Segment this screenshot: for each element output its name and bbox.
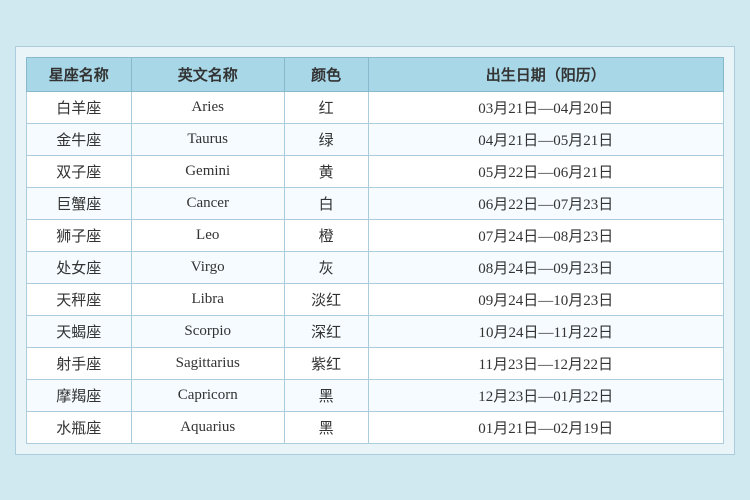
table-row: 摩羯座Capricorn黑12月23日—01月22日 bbox=[27, 379, 724, 411]
cell-date: 07月24日—08月23日 bbox=[368, 219, 724, 251]
cell-color: 黑 bbox=[284, 379, 368, 411]
cell-english: Scorpio bbox=[131, 315, 284, 347]
cell-date: 04月21日—05月21日 bbox=[368, 123, 724, 155]
cell-chinese: 巨蟹座 bbox=[27, 187, 132, 219]
cell-color: 灰 bbox=[284, 251, 368, 283]
cell-date: 08月24日—09月23日 bbox=[368, 251, 724, 283]
cell-chinese: 处女座 bbox=[27, 251, 132, 283]
cell-chinese: 双子座 bbox=[27, 155, 132, 187]
cell-english: Sagittarius bbox=[131, 347, 284, 379]
cell-english: Gemini bbox=[131, 155, 284, 187]
table-header-row: 星座名称 英文名称 颜色 出生日期（阳历） bbox=[27, 57, 724, 91]
cell-english: Libra bbox=[131, 283, 284, 315]
cell-chinese: 狮子座 bbox=[27, 219, 132, 251]
cell-color: 白 bbox=[284, 187, 368, 219]
cell-chinese: 水瓶座 bbox=[27, 411, 132, 443]
cell-chinese: 射手座 bbox=[27, 347, 132, 379]
table-row: 处女座Virgo灰08月24日—09月23日 bbox=[27, 251, 724, 283]
cell-chinese: 摩羯座 bbox=[27, 379, 132, 411]
header-chinese: 星座名称 bbox=[27, 57, 132, 91]
cell-date: 05月22日—06月21日 bbox=[368, 155, 724, 187]
table-row: 天秤座Libra淡红09月24日—10月23日 bbox=[27, 283, 724, 315]
cell-color: 淡红 bbox=[284, 283, 368, 315]
cell-color: 紫红 bbox=[284, 347, 368, 379]
cell-color: 深红 bbox=[284, 315, 368, 347]
cell-color: 红 bbox=[284, 91, 368, 123]
header-date: 出生日期（阳历） bbox=[368, 57, 724, 91]
header-color: 颜色 bbox=[284, 57, 368, 91]
table-row: 巨蟹座Cancer白06月22日—07月23日 bbox=[27, 187, 724, 219]
cell-english: Capricorn bbox=[131, 379, 284, 411]
cell-chinese: 天蝎座 bbox=[27, 315, 132, 347]
table-row: 狮子座Leo橙07月24日—08月23日 bbox=[27, 219, 724, 251]
cell-english: Virgo bbox=[131, 251, 284, 283]
header-english: 英文名称 bbox=[131, 57, 284, 91]
table-row: 金牛座Taurus绿04月21日—05月21日 bbox=[27, 123, 724, 155]
cell-color: 橙 bbox=[284, 219, 368, 251]
cell-english: Aries bbox=[131, 91, 284, 123]
cell-date: 09月24日—10月23日 bbox=[368, 283, 724, 315]
cell-chinese: 白羊座 bbox=[27, 91, 132, 123]
cell-date: 03月21日—04月20日 bbox=[368, 91, 724, 123]
cell-date: 12月23日—01月22日 bbox=[368, 379, 724, 411]
table-row: 双子座Gemini黄05月22日—06月21日 bbox=[27, 155, 724, 187]
zodiac-table: 星座名称 英文名称 颜色 出生日期（阳历） 白羊座Aries红03月21日—04… bbox=[26, 57, 724, 444]
cell-color: 绿 bbox=[284, 123, 368, 155]
table-row: 水瓶座Aquarius黑01月21日—02月19日 bbox=[27, 411, 724, 443]
table-row: 射手座Sagittarius紫红11月23日—12月22日 bbox=[27, 347, 724, 379]
cell-date: 01月21日—02月19日 bbox=[368, 411, 724, 443]
cell-date: 11月23日—12月22日 bbox=[368, 347, 724, 379]
table-row: 白羊座Aries红03月21日—04月20日 bbox=[27, 91, 724, 123]
cell-color: 黑 bbox=[284, 411, 368, 443]
cell-chinese: 天秤座 bbox=[27, 283, 132, 315]
cell-english: Cancer bbox=[131, 187, 284, 219]
cell-color: 黄 bbox=[284, 155, 368, 187]
table-row: 天蝎座Scorpio深红10月24日—11月22日 bbox=[27, 315, 724, 347]
cell-date: 06月22日—07月23日 bbox=[368, 187, 724, 219]
cell-date: 10月24日—11月22日 bbox=[368, 315, 724, 347]
cell-english: Aquarius bbox=[131, 411, 284, 443]
cell-chinese: 金牛座 bbox=[27, 123, 132, 155]
main-container: 星座名称 英文名称 颜色 出生日期（阳历） 白羊座Aries红03月21日—04… bbox=[15, 46, 735, 455]
cell-english: Taurus bbox=[131, 123, 284, 155]
cell-english: Leo bbox=[131, 219, 284, 251]
